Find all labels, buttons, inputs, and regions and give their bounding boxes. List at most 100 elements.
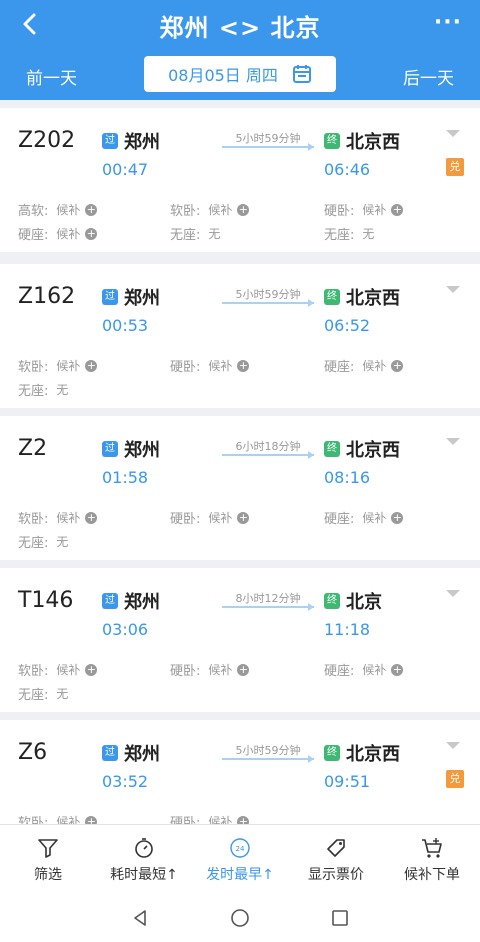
add-circle-icon[interactable]: + — [391, 203, 404, 216]
train-card[interactable]: Z202 过郑州 00:47 5小时59分钟 终北京西 06:46 兑高软: 候补 + 软卧: 候补… — [0, 108, 480, 252]
add-circle-icon[interactable]: + — [237, 203, 250, 216]
seat-type: 无座: — [324, 228, 355, 243]
seat-type: 硬卧: — [170, 816, 201, 824]
end-tag: 终 — [324, 593, 340, 609]
svg-text:24: 24 — [236, 845, 245, 853]
train-card[interactable]: Z2 过郑州 01:58 6小时18分钟终北京西 08:16 软卧: 候补 + 硬卧: 候补 + 硬座… — [0, 416, 480, 560]
expand-triangle-icon[interactable] — [446, 438, 460, 445]
seat-availability[interactable]: 软卧: 候补 + — [18, 356, 98, 375]
tab-show-price[interactable]: 显示票价 — [288, 825, 384, 895]
arrival-station: 终北京西 — [324, 128, 400, 154]
expand-triangle-icon[interactable] — [446, 590, 460, 597]
seat-availability[interactable]: 高软: 候补 + — [18, 200, 98, 219]
train-code: Z2 — [18, 436, 48, 461]
top-header: 郑州 <> 北京 ··· 前一天 08月05日 周四 后一天 — [0, 0, 480, 100]
arrival-station: 终北京西 — [324, 436, 400, 462]
seat-availability[interactable]: 硬卧: 候补 + — [170, 660, 250, 679]
arrival-station: 终北京西 — [324, 740, 400, 766]
add-circle-icon[interactable]: + — [237, 511, 250, 524]
arrival-block: 终北京 11:18 — [324, 588, 382, 639]
seat-status: 候补 — [56, 359, 81, 373]
arrival-time: 09:51 — [324, 772, 371, 791]
arrival-station-name: 北京西 — [346, 132, 400, 153]
seat-availability[interactable]: 硬卧: 候补 + — [170, 508, 250, 527]
add-circle-icon[interactable]: + — [391, 663, 404, 676]
add-circle-icon[interactable]: + — [85, 227, 98, 240]
more-icon[interactable]: ··· — [434, 10, 462, 35]
add-circle-icon[interactable]: + — [391, 511, 404, 524]
add-circle-icon[interactable]: + — [85, 203, 98, 216]
prev-day-button[interactable]: 前一天 — [26, 64, 77, 89]
add-circle-icon[interactable]: + — [85, 815, 98, 824]
nav-recents-icon[interactable] — [328, 906, 352, 930]
tab-filter[interactable]: 筛选 — [0, 825, 96, 895]
departure-station-name: 郑州 — [124, 288, 160, 309]
seat-type: 软卧: — [18, 512, 49, 527]
add-circle-icon[interactable]: + — [237, 359, 250, 372]
weekday-text: 周四 — [245, 66, 278, 85]
seat-availability[interactable]: 硬卧: 候补 + — [324, 200, 404, 219]
train-card[interactable]: Z6 过郑州 03:52 5小时59分钟 终北京西 09:51 兑软卧: 候补 + 硬卧: 候补 + — [0, 720, 480, 824]
train-card[interactable]: Z162 过郑州 00:53 5小时59分钟 终北京西 06:52 软卧: 候补 + 硬卧: 候补 +… — [0, 264, 480, 408]
duration-arrow-icon — [222, 603, 314, 611]
seat-availability: 无座: 无 — [18, 532, 68, 551]
add-circle-icon[interactable]: + — [237, 663, 250, 676]
arrival-time: 06:52 — [324, 316, 371, 335]
nav-back-icon[interactable] — [128, 906, 152, 930]
filter-icon — [38, 839, 58, 858]
tab-shortest-duration[interactable]: 耗时最短↑ — [96, 825, 192, 895]
date-picker[interactable]: 08月05日 周四 — [144, 56, 336, 92]
expand-triangle-icon[interactable] — [446, 286, 460, 293]
seat-status: 候补 — [56, 227, 81, 241]
train-card[interactable]: T146 过郑州 03:06 8小时12分钟终北京 11:18 软卧: 候补 + 硬卧: 候补 + 硬… — [0, 568, 480, 712]
seat-status: 候补 — [362, 203, 387, 217]
exchange-badge[interactable]: 兑 — [446, 770, 464, 788]
next-day-button[interactable]: 后一天 — [403, 64, 454, 89]
expand-triangle-icon[interactable] — [446, 742, 460, 749]
add-circle-icon[interactable]: + — [85, 511, 98, 524]
departure-station-name: 郑州 — [124, 592, 160, 613]
add-circle-icon[interactable]: + — [237, 815, 250, 824]
seat-availability[interactable]: 软卧: 候补 + — [18, 812, 98, 824]
exchange-badge[interactable]: 兑 — [446, 158, 464, 176]
seat-availability[interactable]: 软卧: 候补 + — [18, 508, 98, 527]
seat-status: 候补 — [362, 511, 387, 525]
nav-home-icon[interactable] — [228, 906, 252, 930]
pass-tag: 过 — [102, 133, 118, 149]
seat-availability: 无座: 无 — [18, 380, 68, 399]
seat-type: 硬座: — [324, 664, 355, 679]
tab-waitlist-order[interactable]: 候补下单 — [384, 825, 480, 895]
arrival-block: 终北京西 09:51 — [324, 740, 400, 791]
departure-time: 03:52 — [102, 772, 149, 791]
tab-filter-label: 筛选 — [34, 867, 62, 883]
seat-status: 候补 — [362, 359, 387, 373]
seat-availability[interactable]: 硬卧: 候补 + — [170, 356, 250, 375]
seat-availability[interactable]: 硬座: 候补 + — [324, 356, 404, 375]
seat-availability[interactable]: 硬座: 候补 + — [18, 224, 98, 243]
seat-availability: 无座: 无 — [324, 224, 374, 243]
departure-block: 过郑州 00:53 — [102, 284, 160, 335]
seat-type: 硬座: — [18, 228, 49, 243]
duration-arrow-icon — [222, 143, 314, 151]
seat-status: 无 — [208, 227, 221, 241]
departure-station: 过郑州 — [102, 740, 160, 766]
seat-availability[interactable]: 软卧: 候补 + — [18, 660, 98, 679]
seat-status: 候补 — [56, 815, 81, 824]
train-code: T146 — [18, 588, 74, 613]
seat-availability[interactable]: 软卧: 候补 + — [170, 200, 250, 219]
departure-time: 03:06 — [102, 620, 149, 639]
price-tag-icon — [327, 839, 345, 857]
add-circle-icon[interactable]: + — [391, 359, 404, 372]
departure-time: 00:53 — [102, 316, 149, 335]
tab-earliest-departure[interactable]: 24 发时最早↑ — [192, 825, 288, 895]
seat-status: 无 — [56, 687, 69, 701]
add-circle-icon[interactable]: + — [85, 663, 98, 676]
arrival-time: 06:46 — [324, 160, 371, 179]
departure-station: 过郑州 — [102, 436, 160, 462]
seat-availability[interactable]: 硬座: 候补 + — [324, 508, 404, 527]
seat-availability[interactable]: 硬座: 候补 + — [324, 660, 404, 679]
arrival-station: 终北京 — [324, 588, 382, 614]
seat-availability[interactable]: 硬卧: 候补 + — [170, 812, 250, 824]
add-circle-icon[interactable]: + — [85, 359, 98, 372]
expand-triangle-icon[interactable] — [446, 130, 460, 137]
